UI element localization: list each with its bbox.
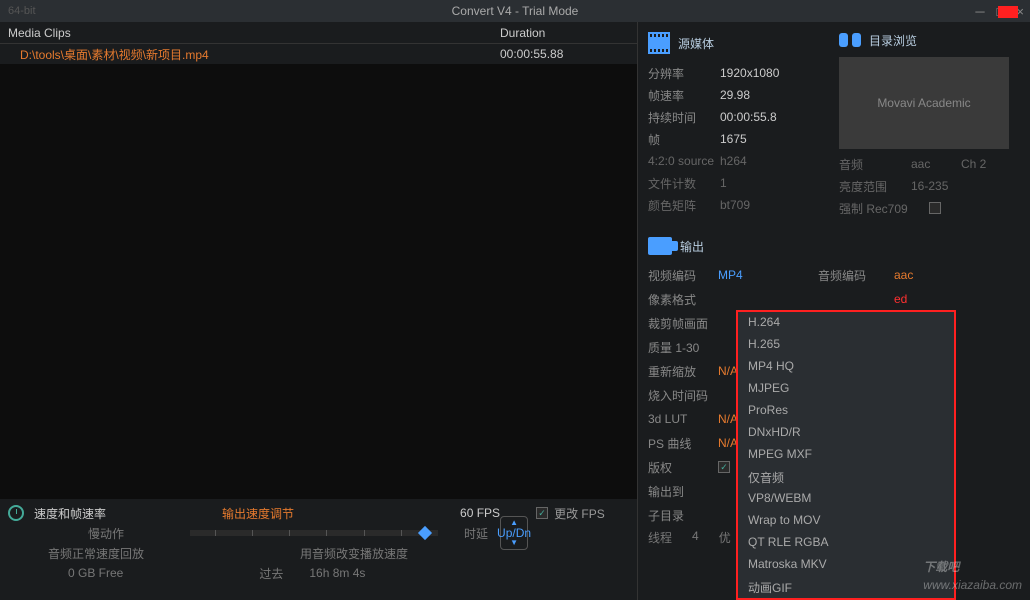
truck-icon — [648, 237, 672, 255]
dropdown-item[interactable]: MPEG MXF — [738, 444, 954, 466]
updn-button[interactable]: ▲Up/Dn▼ — [500, 516, 528, 550]
dropdown-item[interactable]: Matroska MKV — [738, 554, 954, 576]
audio-k: 音频 — [839, 156, 911, 173]
browse-title: 目录浏览 — [869, 32, 917, 49]
src-v: h264 — [720, 154, 747, 168]
fps-v: 29.98 — [720, 88, 750, 102]
normal-playback-label: 音频正常速度回放 — [48, 545, 144, 562]
files-v: 1 — [720, 176, 727, 190]
rec709-checkbox[interactable] — [929, 202, 941, 214]
threads-k: 线程 — [648, 529, 672, 546]
fps-k: 帧速率 — [648, 87, 720, 104]
dropdown-item[interactable]: MJPEG — [738, 378, 954, 400]
burn-k: 烧入时间码 — [648, 387, 718, 404]
dropdown-item[interactable]: H.264 — [738, 312, 954, 334]
fps-value: 60 FPS — [460, 506, 500, 520]
pixfmt-k: 像素格式 — [648, 291, 718, 308]
lut-v[interactable]: N/A — [718, 412, 738, 426]
col-duration: Duration — [500, 26, 545, 40]
frm-v: 1675 — [720, 132, 747, 146]
crop-k: 裁剪帧画面 — [648, 315, 718, 332]
range-v: 16-235 — [911, 179, 948, 193]
outto-k: 输出到 — [648, 483, 718, 500]
film-icon — [648, 32, 670, 54]
change-fps-label: 更改 FPS — [554, 505, 605, 522]
subdir-k: 子目录 — [648, 507, 718, 524]
col-media: Media Clips — [0, 26, 500, 40]
speed-slider[interactable] — [190, 530, 438, 536]
arch-label: 64-bit — [8, 5, 36, 17]
ps-v[interactable]: N/A — [718, 436, 738, 450]
thumbnail[interactable]: Movavi Academic — [839, 57, 1009, 149]
threads-v: 4 — [692, 529, 699, 546]
delay-label: 时延 — [464, 525, 488, 542]
dropdown-item[interactable]: 动画GIF — [738, 576, 954, 598]
src-k: 4:2:0 source — [648, 154, 720, 168]
output-title: 输出 — [680, 238, 704, 255]
dropdown-item[interactable]: 仅音频 — [738, 466, 954, 488]
red-indicator — [998, 6, 1018, 18]
dropdown-item[interactable]: MP4 HQ — [738, 356, 954, 378]
dropdown-item[interactable]: DNxHD/R — [738, 422, 954, 444]
dropdown-item[interactable]: ProRes — [738, 400, 954, 422]
change-fps-checkbox[interactable]: ✓ — [536, 507, 548, 519]
copyright-checkbox[interactable]: ✓ — [718, 461, 730, 473]
clip-duration: 00:00:55.88 — [500, 47, 563, 61]
audio-v: aac — [911, 157, 961, 171]
prio-k: 优 — [719, 529, 731, 546]
past-label: 过去 — [259, 565, 283, 582]
frm-k: 帧 — [648, 131, 720, 148]
dur-v: 00:00:55.8 — [720, 110, 777, 124]
ps-k: PS 曲线 — [648, 435, 718, 452]
pixfmt-cut: ed — [894, 292, 907, 306]
dropdown-item[interactable]: VP8/WEBM — [738, 488, 954, 510]
clip-row[interactable]: D:\tools\桌面\素材\视频\新项目.mp4 00:00:55.88 — [0, 44, 637, 64]
dropdown-item[interactable]: QT RLE RGBA — [738, 532, 954, 554]
minimize-button[interactable]: ─ — [975, 4, 984, 19]
rec-k: 强制 Rec709 — [839, 200, 929, 217]
elapsed-label: 16h 8m 4s — [309, 566, 365, 580]
vcodec-dropdown[interactable]: MP4 — [718, 268, 818, 282]
files-k: 文件计数 — [648, 175, 720, 192]
vcodec-dropdown-menu[interactable]: H.264H.265MP4 HQMJPEGProResDNxHD/RMPEG M… — [736, 310, 956, 600]
res-k: 分辨率 — [648, 65, 720, 82]
matrix-v: bt709 — [720, 198, 750, 212]
source-title: 源媒体 — [678, 35, 714, 52]
dropdown-item[interactable]: Wrap to MOV — [738, 510, 954, 532]
copy-k: 版权 — [648, 459, 718, 476]
lut-k: 3d LUT — [648, 412, 718, 426]
dropdown-item[interactable]: H.265 — [738, 334, 954, 356]
preview-area — [0, 64, 637, 499]
audio-change-label: 用音频改变播放速度 — [300, 545, 408, 562]
gbfree-label: 0 GB Free — [68, 566, 123, 580]
acodec-k: 音频编码 — [818, 267, 894, 284]
binoculars-icon — [839, 33, 861, 49]
window-title: Convert V4 - Trial Mode — [452, 4, 579, 18]
range-k: 亮度范围 — [839, 178, 911, 195]
matrix-k: 颜色矩阵 — [648, 197, 720, 214]
acodec-v[interactable]: aac — [894, 268, 913, 282]
clip-path: D:\tools\桌面\素材\视频\新项目.mp4 — [0, 46, 500, 63]
vcodec-k: 视频编码 — [648, 267, 718, 284]
rescale-k: 重新缩放 — [648, 363, 718, 380]
res-v: 1920x1080 — [720, 66, 779, 80]
speed-rate-label: 速度和帧速率 — [34, 505, 106, 522]
dur-k: 持续时间 — [648, 109, 720, 126]
slowmo-label: 慢动作 — [88, 525, 124, 542]
clock-icon — [8, 505, 24, 521]
output-speed-label: 输出速度调节 — [222, 505, 294, 522]
audio-ch: Ch 2 — [961, 157, 986, 171]
qual-k: 质量 1-30 — [648, 339, 718, 356]
